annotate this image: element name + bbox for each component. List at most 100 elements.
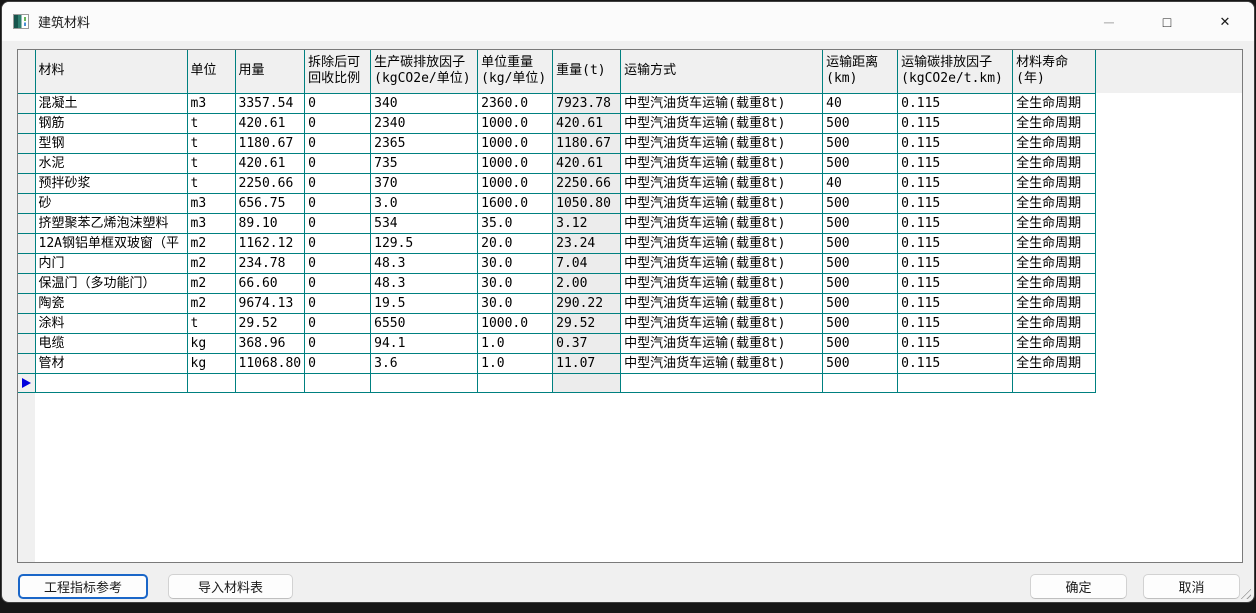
cell-unit-weight[interactable]: 1000.0 xyxy=(478,173,553,193)
cell-amount[interactable]: 420.61 xyxy=(235,113,305,133)
cell-unit[interactable]: kg xyxy=(187,353,235,373)
cell-weight[interactable]: 2.00 xyxy=(553,273,621,293)
row-selector[interactable] xyxy=(18,253,35,273)
column-header-lifetime[interactable]: 材料寿命(年) xyxy=(1013,50,1096,93)
cell-production-factor[interactable]: 2340 xyxy=(371,113,478,133)
cell-unit[interactable] xyxy=(187,373,235,392)
cell-weight[interactable]: 1180.67 xyxy=(553,133,621,153)
cell-unit-weight[interactable]: 1.0 xyxy=(478,333,553,353)
cell-weight[interactable]: 0.37 xyxy=(553,333,621,353)
cell-amount[interactable]: 656.75 xyxy=(235,193,305,213)
cell-lifetime[interactable]: 全生命周期 xyxy=(1013,153,1096,173)
cell-transport-factor[interactable]: 0.115 xyxy=(898,93,1013,113)
cell-amount[interactable]: 11068.80 xyxy=(235,353,305,373)
row-selector[interactable] xyxy=(18,213,35,233)
cell-material[interactable]: 预拌砂浆 xyxy=(35,173,187,193)
ok-button[interactable]: 确定 xyxy=(1030,574,1127,599)
cell-transport-mode[interactable]: 中型汽油货车运输(载重8t) xyxy=(621,333,823,353)
cell-lifetime[interactable]: 全生命周期 xyxy=(1013,93,1096,113)
cell-material[interactable]: 管材 xyxy=(35,353,187,373)
cell-lifetime[interactable]: 全生命周期 xyxy=(1013,293,1096,313)
cell-material[interactable]: 涂料 xyxy=(35,313,187,333)
column-header-amount[interactable]: 用量 xyxy=(235,50,305,93)
cell-unit[interactable]: kg xyxy=(187,333,235,353)
column-header-material[interactable]: 材料 xyxy=(35,50,187,93)
cell-distance[interactable]: 500 xyxy=(823,353,898,373)
minimize-button[interactable]: ─ xyxy=(1080,2,1138,41)
cell-distance[interactable]: 500 xyxy=(823,213,898,233)
cell-unit[interactable]: m2 xyxy=(187,253,235,273)
cell-transport-factor[interactable]: 0.115 xyxy=(898,233,1013,253)
cell-weight[interactable]: 7923.78 xyxy=(553,93,621,113)
cell-unit[interactable]: t xyxy=(187,313,235,333)
column-header-transport-factor[interactable]: 运输碳排放因子(kgCO2e/t.km) xyxy=(898,50,1013,93)
row-selector[interactable] xyxy=(18,153,35,173)
cell-lifetime[interactable]: 全生命周期 xyxy=(1013,193,1096,213)
import-material-table-button[interactable]: 导入材料表 xyxy=(168,574,293,599)
cell-production-factor[interactable]: 48.3 xyxy=(371,253,478,273)
row-selector[interactable] xyxy=(18,133,35,153)
cell-transport-mode[interactable]: 中型汽油货车运输(载重8t) xyxy=(621,233,823,253)
cell-transport-factor[interactable]: 0.115 xyxy=(898,253,1013,273)
cell-unit[interactable]: t xyxy=(187,153,235,173)
row-selector[interactable] xyxy=(18,113,35,133)
cell-transport-mode[interactable]: 中型汽油货车运输(载重8t) xyxy=(621,93,823,113)
cell-production-factor[interactable]: 370 xyxy=(371,173,478,193)
cell-transport-mode[interactable]: 中型汽油货车运输(载重8t) xyxy=(621,113,823,133)
cell-unit-weight[interactable] xyxy=(478,373,553,392)
cell-production-factor[interactable]: 129.5 xyxy=(371,233,478,253)
cell-recycle-ratio[interactable] xyxy=(305,373,371,392)
cell-transport-factor[interactable]: 0.115 xyxy=(898,293,1013,313)
cell-unit-weight[interactable]: 1.0 xyxy=(478,353,553,373)
cell-weight[interactable]: 29.52 xyxy=(553,313,621,333)
cell-weight[interactable]: 2250.66 xyxy=(553,173,621,193)
cell-material[interactable]: 砂 xyxy=(35,193,187,213)
cell-unit[interactable]: m3 xyxy=(187,213,235,233)
cancel-button[interactable]: 取消 xyxy=(1143,574,1240,599)
row-selector[interactable] xyxy=(18,313,35,333)
cell-weight[interactable]: 7.04 xyxy=(553,253,621,273)
cell-amount[interactable]: 2250.66 xyxy=(235,173,305,193)
cell-production-factor[interactable]: 94.1 xyxy=(371,333,478,353)
cell-unit[interactable]: m2 xyxy=(187,293,235,313)
cell-distance[interactable]: 500 xyxy=(823,313,898,333)
cell-unit-weight[interactable]: 1000.0 xyxy=(478,153,553,173)
cell-transport-mode[interactable]: 中型汽油货车运输(载重8t) xyxy=(621,173,823,193)
row-selector[interactable] xyxy=(18,193,35,213)
cell-production-factor[interactable]: 48.3 xyxy=(371,273,478,293)
cell-production-factor[interactable]: 6550 xyxy=(371,313,478,333)
cell-material[interactable]: 钢筋 xyxy=(35,113,187,133)
cell-unit-weight[interactable]: 30.0 xyxy=(478,293,553,313)
cell-production-factor[interactable]: 19.5 xyxy=(371,293,478,313)
cell-distance[interactable]: 40 xyxy=(823,93,898,113)
cell-transport-mode[interactable]: 中型汽油货车运输(载重8t) xyxy=(621,353,823,373)
cell-amount[interactable]: 368.96 xyxy=(235,333,305,353)
cell-material[interactable]: 型钢 xyxy=(35,133,187,153)
cell-amount[interactable]: 420.61 xyxy=(235,153,305,173)
cell-material[interactable]: 内门 xyxy=(35,253,187,273)
engineering-indicator-reference-button[interactable]: 工程指标参考 xyxy=(18,574,148,599)
cell-recycle-ratio[interactable]: 0 xyxy=(305,193,371,213)
cell-transport-factor[interactable] xyxy=(898,373,1013,392)
cell-unit-weight[interactable]: 1600.0 xyxy=(478,193,553,213)
cell-material[interactable]: 保温门（多功能门） xyxy=(35,273,187,293)
cell-unit[interactable]: m2 xyxy=(187,273,235,293)
cell-transport-factor[interactable]: 0.115 xyxy=(898,113,1013,133)
cell-recycle-ratio[interactable]: 0 xyxy=(305,333,371,353)
cell-transport-mode[interactable]: 中型汽油货车运输(载重8t) xyxy=(621,213,823,233)
cell-transport-factor[interactable]: 0.115 xyxy=(898,213,1013,233)
row-selector[interactable] xyxy=(18,273,35,293)
cell-distance[interactable]: 500 xyxy=(823,153,898,173)
cell-production-factor[interactable]: 2365 xyxy=(371,133,478,153)
cell-transport-factor[interactable]: 0.115 xyxy=(898,333,1013,353)
cell-transport-mode[interactable]: 中型汽油货车运输(载重8t) xyxy=(621,253,823,273)
column-header-production-factor[interactable]: 生产碳排放因子(kgCO2e/单位) xyxy=(371,50,478,93)
materials-grid[interactable]: 材料单位用量拆除后可回收比例生产碳排放因子(kgCO2e/单位)单位重量(kg/… xyxy=(18,50,1096,393)
close-button[interactable]: ✕ xyxy=(1196,2,1254,41)
cell-transport-mode[interactable]: 中型汽油货车运输(载重8t) xyxy=(621,193,823,213)
cell-distance[interactable]: 500 xyxy=(823,273,898,293)
cell-recycle-ratio[interactable]: 0 xyxy=(305,213,371,233)
cell-recycle-ratio[interactable]: 0 xyxy=(305,133,371,153)
cell-material[interactable]: 水泥 xyxy=(35,153,187,173)
cell-weight[interactable]: 1050.80 xyxy=(553,193,621,213)
